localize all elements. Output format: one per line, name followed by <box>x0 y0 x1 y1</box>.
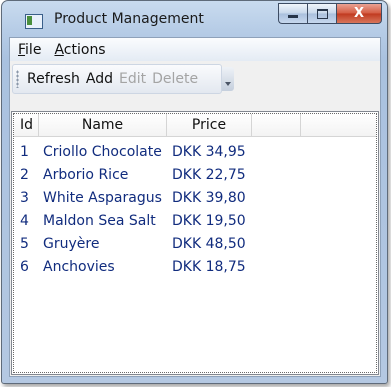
cell-id: 4 <box>20 212 29 229</box>
menu-file[interactable]: File <box>14 42 50 58</box>
maximize-button[interactable] <box>307 3 336 24</box>
delete-button[interactable]: Delete <box>149 71 201 87</box>
grid-rows: 1 Criollo Chocolate DKK 34,95 2 Arborio … <box>14 137 376 278</box>
menu-actions-label: ctions <box>63 41 106 58</box>
cell-name: White Asparagus <box>43 189 162 206</box>
cell-name: Anchovies <box>43 258 115 275</box>
minimize-button[interactable] <box>278 3 307 24</box>
table-row[interactable]: 1 Criollo Chocolate DKK 34,95 <box>14 140 376 163</box>
cell-price: DKK 48,50 <box>172 235 246 252</box>
menu-file-access-key: F <box>18 41 26 58</box>
grid-focus-border: Id Name Price 1 Criollo Chocolate DKK 34… <box>13 113 377 373</box>
table-row[interactable]: 3 White Asparagus DKK 39,80 <box>14 186 376 209</box>
table-row[interactable]: 4 Maldon Sea Salt DKK 19,50 <box>14 209 376 232</box>
cell-price: DKK 39,80 <box>172 189 246 206</box>
column-header-price[interactable]: Price <box>167 114 252 136</box>
cell-id: 2 <box>20 166 29 183</box>
products-grid[interactable]: Id Name Price 1 Criollo Chocolate DKK 34… <box>11 111 379 375</box>
edit-button[interactable]: Edit <box>116 71 149 87</box>
toolbar: Refresh Add Edit Delete <box>12 64 234 94</box>
window-title: Product Management <box>54 11 204 27</box>
cell-id: 6 <box>20 258 29 275</box>
menu-bar: File Actions <box>10 38 380 61</box>
cell-name: Maldon Sea Salt <box>43 212 156 229</box>
menu-actions-access-key: A <box>54 41 64 58</box>
cell-price: DKK 34,95 <box>172 143 246 160</box>
table-row[interactable]: 6 Anchovies DKK 18,75 <box>14 255 376 278</box>
toolbar-overflow-icon[interactable] <box>222 67 234 91</box>
column-header-id[interactable]: Id <box>14 114 39 136</box>
cell-name: Gruyère <box>43 235 100 252</box>
cell-price: DKK 18,75 <box>172 258 246 275</box>
cell-price: DKK 22,75 <box>172 166 246 183</box>
cell-name: Arborio Rice <box>43 166 129 183</box>
grid-header: Id Name Price <box>14 114 376 137</box>
maximize-icon <box>316 8 328 19</box>
table-row[interactable]: 2 Arborio Rice DKK 22,75 <box>14 163 376 186</box>
close-icon: X <box>353 6 365 21</box>
cell-id: 1 <box>20 143 29 160</box>
close-button[interactable]: X <box>336 3 382 24</box>
caption-buttons: X <box>278 3 382 24</box>
cell-id: 5 <box>20 235 29 252</box>
cell-price: DKK 19,50 <box>172 212 246 229</box>
minimize-icon <box>288 15 298 18</box>
title-bar[interactable]: Product Management X <box>2 1 387 37</box>
window-client-area: File Actions Refresh Add Edit Delete Id … <box>9 37 381 377</box>
app-window-icon[interactable] <box>25 14 43 29</box>
column-header-name[interactable]: Name <box>39 114 167 136</box>
refresh-button[interactable]: Refresh <box>24 71 83 87</box>
app-window: Product Management X File Actions Refres… <box>1 0 388 384</box>
menu-file-label: ile <box>25 41 42 58</box>
toolbar-grip-icon[interactable] <box>16 70 19 88</box>
cell-name: Criollo Chocolate <box>43 143 162 160</box>
column-header-filler <box>252 114 301 136</box>
add-button[interactable]: Add <box>83 71 116 87</box>
table-row[interactable]: 5 Gruyère DKK 48,50 <box>14 232 376 255</box>
toolbar-tray: Refresh Add Edit Delete <box>10 61 380 94</box>
cell-id: 3 <box>20 189 29 206</box>
menu-actions[interactable]: Actions <box>50 42 114 58</box>
